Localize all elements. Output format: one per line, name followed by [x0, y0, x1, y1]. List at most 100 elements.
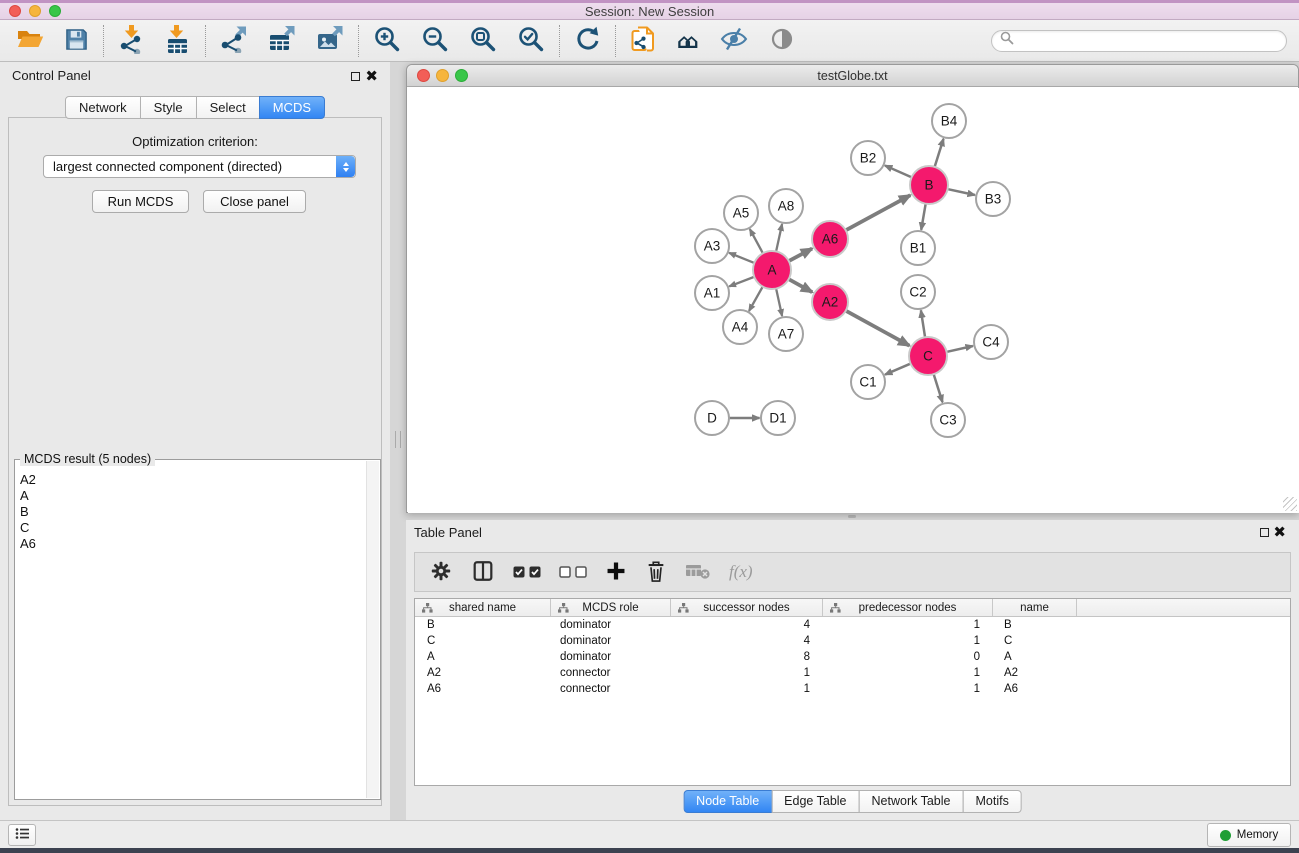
- table-row[interactable]: Bdominator41B: [415, 617, 1290, 633]
- graph-node-A6[interactable]: A6: [812, 221, 848, 257]
- column-chooser-button[interactable]: [471, 559, 495, 586]
- graph-node-A8[interactable]: A8: [769, 189, 803, 223]
- new-network-from-file-button[interactable]: [626, 24, 661, 58]
- add-button[interactable]: [605, 560, 627, 585]
- tab-mcds[interactable]: MCDS: [259, 96, 325, 119]
- function-builder-button[interactable]: f(x): [729, 562, 753, 582]
- show-details-button[interactable]: [765, 24, 799, 58]
- mcds-result-item[interactable]: A2: [17, 472, 365, 488]
- zoom-in-button[interactable]: [369, 24, 405, 58]
- edge-A-A6[interactable]: [789, 249, 812, 261]
- close-panel-icon[interactable]: ✖: [365, 70, 378, 82]
- graph-node-A5[interactable]: A5: [724, 196, 758, 230]
- tab-edge-table[interactable]: Edge Table: [771, 790, 859, 813]
- column-header-MCDS-role[interactable]: MCDS role: [550, 599, 670, 616]
- graph-node-A[interactable]: A: [753, 251, 791, 289]
- edge-C-C3[interactable]: [934, 375, 943, 403]
- import-table-button[interactable]: [161, 24, 195, 58]
- graph-node-A7[interactable]: A7: [769, 317, 803, 351]
- close-panel-button[interactable]: Close panel: [203, 190, 306, 213]
- graph-node-A4[interactable]: A4: [723, 310, 757, 344]
- edge-A-A4[interactable]: [749, 287, 763, 311]
- select-all-button[interactable]: [513, 566, 541, 578]
- edge-B-B3[interactable]: [948, 189, 975, 195]
- delete-button[interactable]: [645, 559, 667, 586]
- column-header-name[interactable]: name: [992, 599, 1076, 616]
- column-header-successor-nodes[interactable]: successor nodes: [670, 599, 822, 616]
- tab-style[interactable]: Style: [140, 96, 197, 119]
- graph-node-C3[interactable]: C3: [931, 403, 965, 437]
- hide-details-button[interactable]: [715, 24, 753, 58]
- task-history-button[interactable]: [8, 824, 36, 846]
- memory-button[interactable]: Memory: [1207, 823, 1291, 847]
- edge-B-B1[interactable]: [921, 204, 925, 230]
- graph-node-C[interactable]: C: [909, 337, 947, 375]
- tab-node-table[interactable]: Node Table: [683, 790, 772, 813]
- graph-node-D[interactable]: D: [695, 401, 729, 435]
- mcds-result-item[interactable]: A6: [17, 536, 365, 552]
- save-session-button[interactable]: [60, 24, 93, 58]
- graph-node-C1[interactable]: C1: [851, 365, 885, 399]
- edge-C-C2[interactable]: [921, 310, 925, 336]
- edge-A-A8[interactable]: [776, 224, 782, 251]
- tab-network[interactable]: Network: [65, 96, 141, 119]
- graph-node-B2[interactable]: B2: [851, 141, 885, 175]
- edge-A-A7[interactable]: [776, 289, 782, 316]
- first-neighbors-button[interactable]: ⌂⌂: [673, 24, 703, 58]
- export-network-button[interactable]: [216, 24, 252, 58]
- column-header-shared-name[interactable]: shared name: [415, 599, 550, 616]
- close-panel-icon[interactable]: ✖: [1273, 526, 1286, 538]
- mcds-result-item[interactable]: C: [17, 520, 365, 536]
- export-table-button[interactable]: [264, 24, 300, 58]
- graph-node-C4[interactable]: C4: [974, 325, 1008, 359]
- float-panel-icon[interactable]: [351, 72, 360, 81]
- edge-C-C4[interactable]: [947, 346, 973, 352]
- horizontal-splitter-handle[interactable]: [848, 515, 856, 518]
- graph-node-A2[interactable]: A2: [812, 284, 848, 320]
- refresh-button[interactable]: [570, 24, 605, 58]
- float-panel-icon[interactable]: [1260, 528, 1269, 537]
- result-list-scrollbar[interactable]: [366, 461, 379, 798]
- graph-node-B1[interactable]: B1: [901, 231, 935, 265]
- graph-node-B3[interactable]: B3: [976, 182, 1010, 216]
- mcds-result-item[interactable]: B: [17, 504, 365, 520]
- edge-B-B2[interactable]: [885, 166, 911, 178]
- deselect-all-button[interactable]: [559, 566, 587, 578]
- table-row[interactable]: Adominator80A: [415, 649, 1290, 665]
- table-row[interactable]: Cdominator41C: [415, 633, 1290, 649]
- tab-motifs[interactable]: Motifs: [962, 790, 1021, 813]
- edge-A-A3[interactable]: [729, 253, 754, 263]
- edge-A-A1[interactable]: [729, 277, 754, 286]
- graph-node-C2[interactable]: C2: [901, 275, 935, 309]
- zoom-out-button[interactable]: [417, 24, 453, 58]
- import-network-button[interactable]: [114, 24, 149, 58]
- graph-node-D1[interactable]: D1: [761, 401, 795, 435]
- edge-A-A2[interactable]: [789, 279, 812, 292]
- edge-A6-B[interactable]: [846, 195, 910, 230]
- vertical-splitter-handle[interactable]: [395, 431, 401, 448]
- mcds-result-item[interactable]: A: [17, 488, 365, 504]
- graph-node-A3[interactable]: A3: [695, 229, 729, 263]
- zoom-selected-button[interactable]: [513, 24, 549, 58]
- graph-node-B[interactable]: B: [910, 166, 948, 204]
- edge-A2-C[interactable]: [846, 311, 909, 346]
- table-row[interactable]: A2connector11A2: [415, 665, 1290, 681]
- search-input[interactable]: [1019, 34, 1278, 48]
- zoom-fit-button[interactable]: [465, 24, 501, 58]
- network-canvas[interactable]: B4 B2 B B3 A5 A8 A6 A3 B1 A A1 C2 A2 A4 A7 C4 C C1 C3 D D1: [408, 88, 1299, 513]
- tab-select[interactable]: Select: [196, 96, 260, 119]
- graph-node-A1[interactable]: A1: [695, 276, 729, 310]
- delete-column-button[interactable]: [685, 561, 711, 584]
- column-header-predecessor-nodes[interactable]: predecessor nodes: [822, 599, 992, 616]
- edge-A-A5[interactable]: [750, 229, 763, 253]
- edge-C-C1[interactable]: [885, 364, 910, 375]
- edge-B-B4[interactable]: [935, 139, 944, 167]
- tab-network-table[interactable]: Network Table: [859, 790, 964, 813]
- export-image-button[interactable]: [312, 24, 348, 58]
- open-session-button[interactable]: [12, 24, 48, 58]
- criterion-dropdown[interactable]: largest connected component (directed): [43, 155, 356, 178]
- network-window-titlebar[interactable]: testGlobe.txt: [407, 65, 1298, 87]
- table-settings-button[interactable]: [429, 559, 453, 586]
- window-resize-grip[interactable]: [1283, 497, 1297, 511]
- graph-node-B4[interactable]: B4: [932, 104, 966, 138]
